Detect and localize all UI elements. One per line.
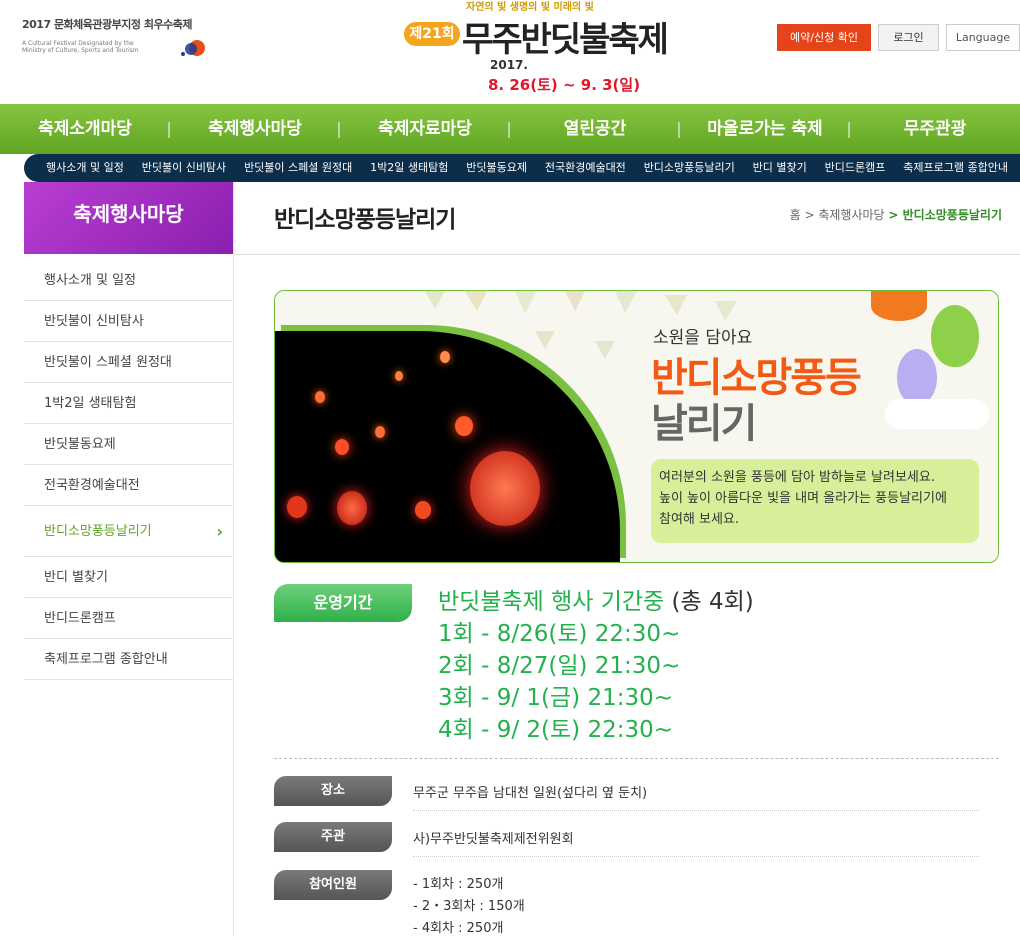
lantern-light: [455, 416, 473, 436]
place-value: 무주군 무주읍 남대천 일원(섶다리 옆 둔치): [413, 786, 648, 801]
sidebar-item-exploration[interactable]: 반딧불이 신비탐사: [24, 301, 233, 342]
subnav-item[interactable]: 반딧불이 신비탐사: [142, 154, 226, 182]
period-headline-text: 반딧불축제 행사 기간중: [438, 589, 672, 615]
sidebar-item-special-expedition[interactable]: 반딧불이 스페셜 원정대: [24, 342, 233, 383]
lantern-light: [415, 501, 431, 519]
lantern-light: [335, 439, 349, 455]
gnb-item-open-space[interactable]: 열린공간: [510, 104, 680, 154]
green-balloon-icon: [931, 305, 979, 367]
subnav-item[interactable]: 반디 별찾기: [753, 154, 807, 182]
lantern-light: [470, 451, 540, 526]
gnb-item-festival-intro[interactable]: 축제소개마당: [0, 104, 170, 154]
period-details: 반딧불축제 행사 기간중 (총 4회) 1회 - 8/26(토) 22:30~ …: [438, 586, 754, 746]
sidebar-item-stargazing[interactable]: 반디 별찾기: [24, 557, 233, 598]
banner-desc-line1: 여러분의 소원을 풍등에 담아 밤하늘로 날려보세요.: [659, 470, 935, 485]
subnav-item[interactable]: 행사소개 및 일정: [46, 154, 124, 182]
sidebar-item-program-guide[interactable]: 축제프로그램 종합안내: [24, 639, 233, 680]
site-header: 2017 문화체육관광부지정 최우수축제 A Cultural Festival…: [0, 0, 1020, 104]
sidebar-item-eco-tour[interactable]: 1박2일 생태탐험: [24, 383, 233, 424]
ministry-designation: 2017 문화체육관광부지정 최우수축제 A Cultural Festival…: [22, 16, 212, 56]
participants-item: - 1회차 : 250개: [413, 877, 504, 892]
logo-year: 2017.: [490, 58, 528, 72]
lantern-light: [375, 426, 385, 438]
breadcrumb-home[interactable]: 홈: [790, 208, 801, 222]
crowd-silhouette: [275, 524, 620, 562]
login-button[interactable]: 로그인: [878, 24, 939, 51]
subnav-item[interactable]: 1박2일 생태탐험: [370, 154, 448, 182]
participants-list: - 1회차 : 250개 - 2・3회차 : 150개 - 4회차 : 250개: [413, 874, 525, 940]
lantern-light: [395, 371, 403, 381]
logo-dates: 8. 26(토) ~ 9. 3(일): [488, 76, 641, 94]
session-item: 4회 - 9/ 2(토) 22:30~: [438, 717, 674, 743]
page-title: 반디소망풍등날리기: [274, 207, 456, 233]
lantern-light: [337, 491, 367, 525]
orange-balloon-icon: [871, 291, 927, 321]
banner-description: 여러분의 소원을 풍등에 담아 밤하늘로 날려보세요. 높이 높이 아름다운 빛…: [651, 459, 979, 543]
banner-desc-line3: 참여해 보세요.: [659, 512, 740, 527]
subnav-item[interactable]: 반디소망풍등날리기: [644, 154, 735, 182]
ministry-subtitle: A Cultural Festival Designated by the Mi…: [22, 40, 139, 54]
sidebar-item-label: 반디소망풍등날리기: [44, 524, 152, 539]
lantern-banner: 소원을 담아요 반디소망풍등 날리기 여러분의 소원을 풍등에 담아 밤하늘로 …: [274, 290, 999, 563]
session-item: 1회 - 8/26(토) 22:30~: [438, 621, 681, 647]
participants-item: - 2・3회차 : 150개: [413, 899, 525, 914]
lantern-light: [440, 351, 450, 363]
row-divider: [413, 856, 979, 857]
logo-badge: 제21회: [404, 22, 460, 46]
banner-title-line2: 날리기: [651, 401, 757, 447]
sidebar-item-art-contest[interactable]: 전국환경예술대전: [24, 465, 233, 506]
festival-logo[interactable]: 자연의 빛 생명의 빛 미래의 빛 제21회 무주반딧불축제 2017. 8. …: [400, 0, 669, 100]
gnb-item-muju-tourism[interactable]: 무주관광: [850, 104, 1020, 154]
logo-title: 무주반딧불축제: [462, 20, 669, 60]
lantern-light: [315, 391, 325, 403]
gnb-item-festival-materials[interactable]: 축제자료마당: [340, 104, 510, 154]
cloud-icon: [885, 399, 989, 429]
period-total: (총 4회): [671, 589, 754, 615]
lantern-light: [287, 496, 307, 518]
row-divider: [413, 810, 979, 811]
sidebar-item-lantern-active[interactable]: 반디소망풍등날리기 ›: [24, 506, 233, 557]
language-button[interactable]: Language: [946, 24, 1020, 51]
place-label: 장소: [274, 776, 392, 806]
breadcrumb: 홈 > 축제행사마당 > 반디소망풍등날리기: [790, 206, 1002, 223]
main-navigation: 축제소개마당 축제행사마당 축제자료마당 열린공간 마을로가는 축제 무주관광: [0, 104, 1020, 154]
breadcrumb-current: > 반디소망풍등날리기: [888, 208, 1002, 222]
session-item: 3회 - 9/ 1(금) 21:30~: [438, 685, 674, 711]
gnb-item-festival-events[interactable]: 축제행사마당: [170, 104, 340, 154]
subnav-item[interactable]: 반딧불이 스페셜 원정대: [244, 154, 352, 182]
subnav-item[interactable]: 반디드론캠프: [825, 154, 886, 182]
sidebar-menu: 행사소개 및 일정 반딧불이 신비탐사 반딧불이 스페셜 원정대 1박2일 생태…: [24, 260, 233, 680]
ministry-emblem-icon: [181, 40, 205, 56]
gnb-item-village-festival[interactable]: 마을로가는 축제: [680, 104, 850, 154]
session-item: 2회 - 8/27(일) 21:30~: [438, 653, 681, 679]
sidebar-item-song-contest[interactable]: 반딧불동요제: [24, 424, 233, 465]
banner-desc-line2: 높이 높이 아름다운 빛을 내며 올라가는 풍등날리기에: [659, 491, 947, 506]
subnav-item[interactable]: 반딧불동요제: [466, 154, 527, 182]
sub-navigation: 행사소개 및 일정 반딧불이 신비탐사 반딧불이 스페셜 원정대 1박2일 생태…: [24, 154, 1020, 182]
host-label: 주관: [274, 822, 392, 852]
sidebar-item-schedule[interactable]: 행사소개 및 일정: [24, 260, 233, 301]
subnav-item[interactable]: 전국환경예술대전: [545, 154, 626, 182]
sidebar-item-drone-camp[interactable]: 반디드론캠프: [24, 598, 233, 639]
purple-balloon-icon: [897, 349, 937, 405]
ministry-title: 2017 문화체육관광부지정 최우수축제: [22, 18, 192, 31]
participants-label: 참여인원: [274, 870, 392, 900]
period-headline: 반딧불축제 행사 기간중 (총 4회): [438, 586, 754, 618]
left-sidebar: 축제행사마당 행사소개 및 일정 반딧불이 신비탐사 반딧불이 스페셜 원정대 …: [24, 182, 234, 937]
chevron-right-icon: ›: [216, 522, 223, 541]
subnav-item[interactable]: 축제프로그램 종합안내: [903, 154, 1008, 182]
sidebar-title: 축제행사마당: [24, 182, 233, 254]
breadcrumb-section[interactable]: > 축제행사마당: [804, 208, 884, 222]
period-label: 운영기간: [274, 584, 412, 622]
section-divider: [274, 758, 999, 759]
host-value: 사)무주반딧불축제제전위원회: [413, 832, 574, 847]
reservation-check-button[interactable]: 예약/신청 확인: [777, 24, 871, 51]
title-divider: [234, 254, 1020, 255]
